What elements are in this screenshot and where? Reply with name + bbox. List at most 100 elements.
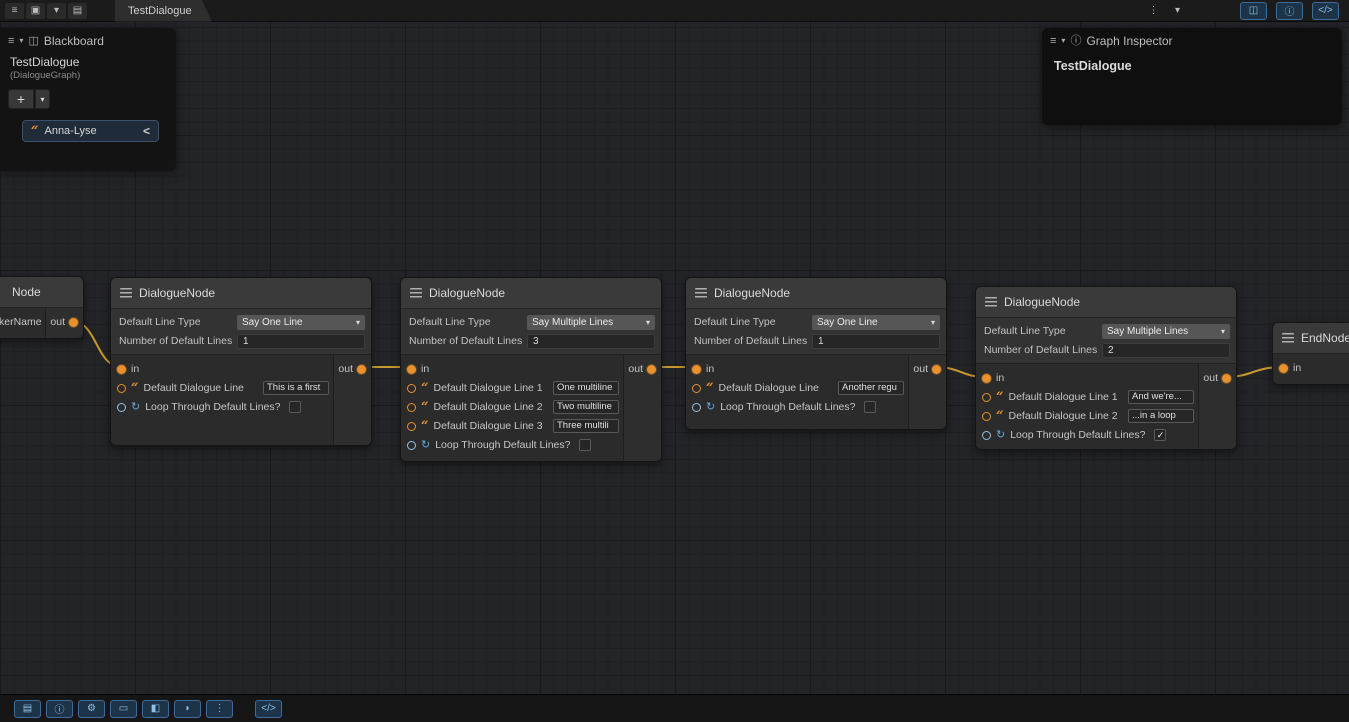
node-title-bar[interactable]: DialogueNode xyxy=(111,278,371,308)
node-title-label: DialogueNode xyxy=(429,286,505,300)
blackboard-header: ≡ ▾ ◫ Blackboard xyxy=(0,28,176,52)
enum-dropdown[interactable]: Say One Line▾ xyxy=(812,315,940,330)
input-ports-column: in“Default Dialogue Line 1And we're...“D… xyxy=(976,364,1198,449)
bottom-toolbar: ▤ ⓘ ⚙ ▭ ◧ ◗ ⋮ </> xyxy=(0,694,1349,722)
code-icon-button[interactable]: </> xyxy=(255,700,282,718)
enum-dropdown[interactable]: Say One Line▾ xyxy=(237,315,365,330)
speaker-node-partial[interactable]: NodekerNameout xyxy=(0,276,84,339)
more-icon-button[interactable]: ⋮ xyxy=(206,700,233,718)
input-ports-column: in“Default Dialogue LineAnother regu↻Loo… xyxy=(686,355,908,429)
node-title-bar[interactable]: DialogueNode xyxy=(686,278,946,308)
split-panel-icon-button[interactable]: ◧ xyxy=(142,700,169,718)
gear-icon-button[interactable]: ⚙ xyxy=(78,700,105,718)
bool-port[interactable] xyxy=(117,403,126,412)
property-label: Number of Default Lines xyxy=(982,344,1102,356)
port-row: ↻Loop Through Default Lines?✓ xyxy=(976,427,1198,443)
dropdown-caret-icon: ▾ xyxy=(356,318,360,327)
in-port[interactable] xyxy=(692,365,701,374)
graph-inspector-toggle-button[interactable]: ⓘ xyxy=(1276,2,1303,20)
loop-checkbox[interactable]: ✓ xyxy=(1154,429,1166,441)
in-port[interactable] xyxy=(407,365,416,374)
string-port[interactable] xyxy=(982,393,991,402)
end-node[interactable]: EndNodein xyxy=(1272,322,1349,385)
blackboard-toggle-button[interactable]: ◫ xyxy=(1240,2,1267,20)
output-ports-column: out xyxy=(623,355,661,461)
blackboard-field-row[interactable]: “ Anna-Lyse < xyxy=(22,120,159,142)
list-icon-button[interactable]: ▤ xyxy=(14,700,41,718)
dialogue-line-field[interactable]: Three multili xyxy=(553,419,619,433)
port-row: kerName xyxy=(0,314,45,330)
in-port[interactable] xyxy=(117,365,126,374)
dialogue-line-field[interactable]: Another regu xyxy=(838,381,904,395)
hamburger-menu-icon[interactable]: ≡ xyxy=(1050,36,1056,47)
out-port-row: out xyxy=(909,361,946,377)
loop-checkbox[interactable] xyxy=(579,439,591,451)
property-label: Number of Default Lines xyxy=(407,335,527,347)
dialogue-icon-button[interactable]: ◗ xyxy=(174,700,201,718)
collapse-chevron-icon[interactable]: < xyxy=(143,124,150,138)
add-property-button[interactable]: + xyxy=(8,89,34,109)
menu-icon[interactable]: ≡ xyxy=(5,3,24,19)
dialogue-node-4[interactable]: DialogueNodeDefault Line TypeSay Multipl… xyxy=(975,286,1237,450)
dropdown-value: Say Multiple Lines xyxy=(532,317,646,328)
loop-checkbox[interactable] xyxy=(864,401,876,413)
in-port[interactable] xyxy=(982,374,991,383)
save-icon[interactable]: ▣ xyxy=(26,3,45,19)
number-field[interactable]: 1 xyxy=(237,334,365,349)
asset-tab[interactable]: TestDialogue xyxy=(115,0,212,22)
node-title-bar[interactable]: DialogueNode xyxy=(976,287,1236,317)
out-port[interactable] xyxy=(69,318,78,327)
bool-port[interactable] xyxy=(692,403,701,412)
kebab-menu-icon[interactable]: ⋮ xyxy=(1144,3,1163,19)
out-port[interactable] xyxy=(1222,374,1231,383)
dialogue-node-2[interactable]: DialogueNodeDefault Line TypeSay Multipl… xyxy=(400,277,662,462)
string-port[interactable] xyxy=(407,403,416,412)
node-title-bar[interactable]: EndNode xyxy=(1273,323,1349,353)
string-port[interactable] xyxy=(982,412,991,421)
bool-port[interactable] xyxy=(407,441,416,450)
toolbar-options-caret-icon[interactable]: ▾ xyxy=(1168,3,1187,19)
dialogue-node-1[interactable]: DialogueNodeDefault Line TypeSay One Lin… xyxy=(110,277,372,446)
node-title-bar[interactable]: Node xyxy=(0,277,83,307)
collapse-caret-icon[interactable]: ▾ xyxy=(1061,37,1065,45)
dialogue-line-field[interactable]: And we're... xyxy=(1128,390,1194,404)
string-port[interactable] xyxy=(692,384,701,393)
dialogue-line-field[interactable]: Two multiline xyxy=(553,400,619,414)
bool-port[interactable] xyxy=(982,431,991,440)
string-port[interactable] xyxy=(407,384,416,393)
info-icon-button[interactable]: ⓘ xyxy=(46,700,73,718)
out-port[interactable] xyxy=(647,365,656,374)
loop-checkbox[interactable] xyxy=(289,401,301,413)
in-port[interactable] xyxy=(1279,364,1288,373)
quote-icon: “ xyxy=(706,382,713,395)
port-row: ↻Loop Through Default Lines? xyxy=(111,399,333,415)
dialogue-line-field[interactable]: ...in a loop xyxy=(1128,409,1194,423)
string-port[interactable] xyxy=(117,384,126,393)
port-label: Default Dialogue Line 2 xyxy=(433,401,542,413)
port-label: Default Dialogue Line 2 xyxy=(1008,410,1117,422)
dialogue-line-field[interactable]: This is a first xyxy=(263,381,329,395)
number-field[interactable]: 1 xyxy=(812,334,940,349)
number-field[interactable]: 3 xyxy=(527,334,655,349)
add-property-caret-icon[interactable]: ▾ xyxy=(35,89,50,109)
collapse-caret-icon[interactable]: ▾ xyxy=(19,37,23,45)
enum-dropdown[interactable]: Say Multiple Lines▾ xyxy=(1102,324,1230,339)
folder-icon[interactable]: ▤ xyxy=(68,3,87,19)
dialogue-line-field[interactable]: One multiline xyxy=(553,381,619,395)
enum-dropdown[interactable]: Say Multiple Lines▾ xyxy=(527,315,655,330)
window-icon-button[interactable]: ▭ xyxy=(110,700,137,718)
dialogue-node-3[interactable]: DialogueNodeDefault Line TypeSay One Lin… xyxy=(685,277,947,430)
out-port[interactable] xyxy=(357,365,366,374)
port-row: “Default Dialogue Line 1And we're... xyxy=(976,389,1198,405)
hamburger-menu-icon[interactable]: ≡ xyxy=(8,36,14,47)
string-port[interactable] xyxy=(407,422,416,431)
number-field[interactable]: 2 xyxy=(1102,343,1230,358)
port-label: Loop Through Default Lines? xyxy=(720,401,855,413)
dialogue-node-icon xyxy=(985,297,997,307)
property-row: Number of Default Lines1 xyxy=(692,333,940,349)
out-port[interactable] xyxy=(932,365,941,374)
node-title-bar[interactable]: DialogueNode xyxy=(401,278,661,308)
code-view-toggle-button[interactable]: </> xyxy=(1312,2,1339,20)
loop-icon: ↻ xyxy=(996,430,1005,441)
save-options-caret-icon[interactable]: ▾ xyxy=(47,3,66,19)
